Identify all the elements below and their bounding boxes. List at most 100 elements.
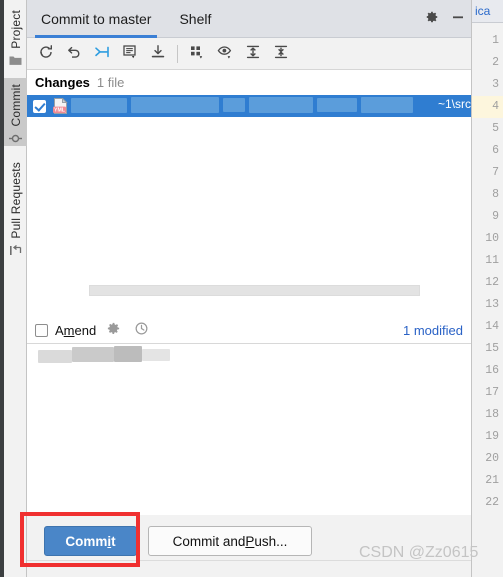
commit-and-push-pre: Commit and <box>172 533 246 549</box>
line-number: 17 <box>485 386 499 399</box>
line-number: 7 <box>492 166 499 179</box>
editor-tab-label[interactable]: ica <box>472 0 503 23</box>
sidebar-item-project-label: Project <box>8 10 23 49</box>
line-number: 3 <box>492 78 499 91</box>
toolbar-separator <box>177 44 178 63</box>
yml-file-icon: YML <box>53 97 68 114</box>
tool-window-rail: Project Commit Pull Requests <box>0 0 27 577</box>
minimize-button[interactable] <box>445 0 471 38</box>
line-number: 16 <box>485 364 499 377</box>
line-number: 21 <box>485 474 499 487</box>
gear-icon <box>425 10 439 27</box>
commit-details-area <box>27 344 471 504</box>
redacted-detail-2 <box>72 347 114 362</box>
line-number: 22 <box>485 496 499 509</box>
redacted-filename-4 <box>249 97 313 113</box>
line-number: 1 <box>492 34 499 47</box>
commit-options-button[interactable] <box>102 319 124 341</box>
settings-gear-button[interactable] <box>419 0 445 38</box>
modified-count-link[interactable]: 1 modified <box>403 323 463 338</box>
amend-label-post: end <box>74 322 97 338</box>
preview-diff-icon <box>217 44 233 63</box>
preview-diff-button[interactable] <box>211 40 239 68</box>
pull-request-icon <box>9 244 22 260</box>
redacted-filename-1 <box>71 98 127 113</box>
redacted-detail-1 <box>38 350 72 363</box>
sidebar-item-pull-requests[interactable]: Pull Requests <box>4 156 27 264</box>
line-number-current: 4 <box>472 96 503 118</box>
amend-checkbox[interactable] <box>35 323 48 337</box>
file-include-checkbox[interactable] <box>33 99 46 113</box>
commit-and-push-post: ush... <box>254 533 288 549</box>
sidebar-item-commit[interactable]: Commit <box>4 78 27 146</box>
line-number: 9 <box>492 210 499 223</box>
commit-button-post: t <box>111 533 116 549</box>
commit-tool-window: Commit to master Shelf Changes 1 file YM… <box>27 0 471 577</box>
redacted-detail-3 <box>114 346 142 362</box>
line-number: 12 <box>485 276 499 289</box>
rollback-icon <box>66 44 82 63</box>
redacted-filename-5 <box>317 98 357 112</box>
redacted-detail-4 <box>142 349 170 361</box>
show-diff-icon <box>122 44 138 63</box>
sidebar-item-pull-requests-label: Pull Requests <box>8 162 23 239</box>
redacted-filename-6 <box>361 97 413 113</box>
line-number: 10 <box>485 232 499 245</box>
file-path-tail: ~1\src <box>437 97 471 111</box>
commit-tabbar: Commit to master Shelf <box>27 0 471 38</box>
sidebar-item-commit-label: Commit <box>8 84 23 127</box>
changes-file-count: 1 file <box>96 75 125 90</box>
pull-icon <box>150 44 166 63</box>
commit-node-icon <box>9 132 22 148</box>
amend-label-pre: A <box>55 322 64 338</box>
expand-all-button[interactable] <box>239 40 267 68</box>
commit-message-area[interactable] <box>27 117 471 317</box>
folder-icon <box>9 54 22 69</box>
line-number: 5 <box>492 122 499 135</box>
screenshot-root: Project Commit Pull Requests Commit to m… <box>0 0 503 577</box>
line-number: 20 <box>485 452 499 465</box>
line-number: 8 <box>492 188 499 201</box>
commit-and-push-button[interactable]: Commit and Push... <box>148 526 312 556</box>
redacted-filename-2 <box>131 97 219 113</box>
table-row[interactable]: YML ~1\src <box>27 95 471 117</box>
refresh-button[interactable] <box>32 40 60 68</box>
amend-row: Amend 1 modified <box>27 317 471 343</box>
tab-commit-to-master-label: Commit to master <box>41 10 152 27</box>
commit-button-pre: Comm <box>65 533 108 549</box>
commit-message-redacted-input[interactable] <box>89 285 420 296</box>
tab-commit-to-master[interactable]: Commit to master <box>27 0 165 38</box>
line-number: 6 <box>492 144 499 157</box>
commit-options-gear-icon <box>106 321 121 339</box>
line-number: 15 <box>485 342 499 355</box>
pull-button[interactable] <box>144 40 172 68</box>
editor-strip: ica 1 2 3 4 5 6 7 8 9 10 11 12 13 14 15 … <box>471 0 503 577</box>
rollback-button[interactable] <box>60 40 88 68</box>
commit-history-button[interactable] <box>130 319 152 341</box>
line-number: 2 <box>492 56 499 69</box>
group-by-button[interactable] <box>183 40 211 68</box>
line-number: 11 <box>485 254 499 267</box>
update-project-button[interactable] <box>88 40 116 68</box>
refresh-icon <box>38 44 54 63</box>
button-bar-divider <box>27 560 471 561</box>
changes-title: Changes <box>35 75 90 90</box>
show-diff-button[interactable] <box>116 40 144 68</box>
editor-line-number-gutter: 1 2 3 4 5 6 7 8 9 10 11 12 13 14 15 16 1… <box>472 23 503 577</box>
line-number: 18 <box>485 408 499 421</box>
svg-text:YML: YML <box>54 107 66 113</box>
tab-shelf-label: Shelf <box>179 10 212 27</box>
group-by-icon <box>189 44 205 63</box>
line-number: 14 <box>485 320 499 333</box>
changes-header: Changes 1 file <box>27 70 471 95</box>
sidebar-item-project[interactable]: Project <box>4 4 27 70</box>
collapse-all-button[interactable] <box>267 40 295 68</box>
amend-label: Amend <box>55 323 96 338</box>
commit-button[interactable]: Comm i t <box>44 526 137 556</box>
minimize-icon <box>451 10 465 27</box>
commit-history-clock-icon <box>134 321 149 339</box>
redacted-filename-3 <box>223 98 245 112</box>
expand-all-icon <box>245 44 261 63</box>
update-project-icon <box>94 44 110 63</box>
tab-shelf[interactable]: Shelf <box>165 0 225 38</box>
